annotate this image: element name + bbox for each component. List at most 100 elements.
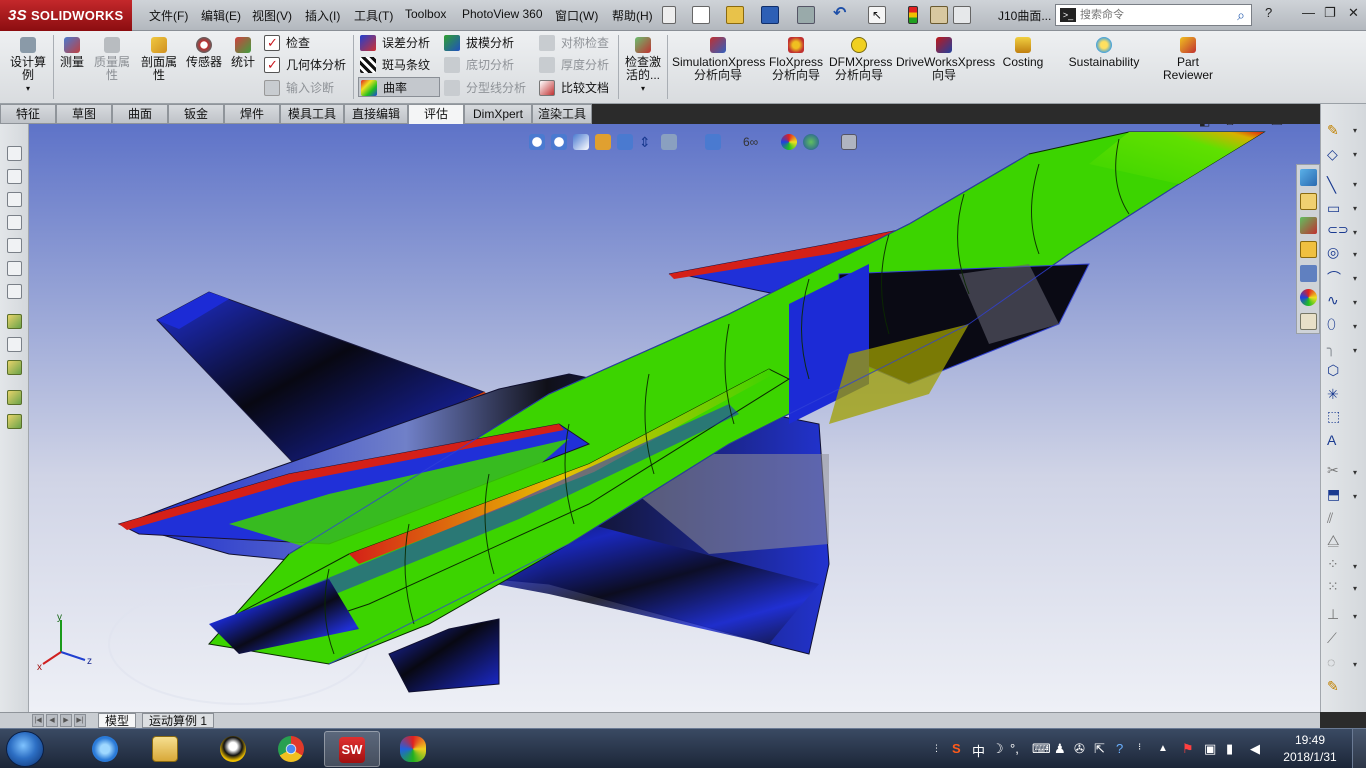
- taskbar-qq[interactable]: [206, 731, 262, 767]
- menu-tools[interactable]: 工具(T): [354, 7, 393, 24]
- tab-evaluate[interactable]: 评估: [408, 104, 464, 125]
- file-explorer-icon[interactable]: [1300, 241, 1317, 258]
- tab-render-tools[interactable]: 渲染工具: [532, 104, 592, 124]
- rectangle-icon[interactable]: ▭: [1327, 200, 1344, 217]
- share-icon[interactable]: ⇱: [1094, 741, 1105, 757]
- construction-geometry-icon[interactable]: ⬚: [1327, 408, 1344, 425]
- taskbar-solidworks[interactable]: SW: [324, 731, 380, 767]
- cube-view-icon[interactable]: [7, 284, 22, 299]
- sustainability-button[interactable]: Sustainability: [1066, 37, 1142, 69]
- tab-features[interactable]: 特征: [0, 104, 56, 124]
- chevron-down-icon[interactable]: ▾: [1353, 180, 1357, 189]
- menu-view[interactable]: 视图(V): [252, 7, 292, 24]
- taskbar-paint[interactable]: [386, 731, 442, 767]
- quick-snaps-icon[interactable]: ◌: [1327, 654, 1344, 671]
- zoom-to-area-icon[interactable]: [551, 134, 567, 150]
- tab-sheet-metal[interactable]: 钣金: [168, 104, 224, 124]
- search-icon[interactable]: ⌕: [1237, 7, 1245, 24]
- tab-direct-editing[interactable]: 直接编辑: [344, 104, 408, 124]
- check-active-button[interactable]: 检查激活的... ▾: [622, 37, 664, 95]
- tray-handle-icon[interactable]: ⋮: [932, 743, 941, 754]
- jet-model-curvature-display[interactable]: [29, 124, 1320, 712]
- help-circle-icon[interactable]: ?: [1116, 741, 1123, 756]
- menu-help[interactable]: 帮助(H): [612, 7, 653, 24]
- draft-analysis-button[interactable]: 拔模分析: [442, 33, 514, 53]
- parting-line-analysis-button[interactable]: 分型线分析: [442, 78, 526, 98]
- line-icon[interactable]: ╲: [1327, 176, 1344, 194]
- chevron-down-icon[interactable]: ▾: [1353, 492, 1357, 501]
- menu-toolbox[interactable]: Toolbox: [405, 7, 446, 21]
- first-tab-arrow-icon[interactable]: |◀: [32, 714, 44, 727]
- system-clock[interactable]: 19:49 2018/1/31: [1280, 732, 1340, 766]
- show-desktop-button[interactable]: [1352, 729, 1366, 768]
- split-view-icon[interactable]: ◧: [1199, 124, 1210, 128]
- tab-surfaces[interactable]: 曲面: [112, 104, 168, 124]
- driveworksxpress-button[interactable]: DriveWorksXpress 向导: [896, 37, 995, 82]
- fillet-icon[interactable]: ╮: [1327, 340, 1344, 357]
- geometry-analysis-button[interactable]: 几何体分析: [262, 55, 346, 75]
- solidworks-resources-icon[interactable]: [1300, 169, 1317, 186]
- tab-motion-study[interactable]: 运动算例 1: [142, 713, 215, 728]
- relations-icon[interactable]: [7, 360, 22, 375]
- minimize-button[interactable]: —: [1302, 5, 1315, 20]
- close-button[interactable]: ✕: [1348, 5, 1359, 21]
- menu-window[interactable]: 窗口(W): [555, 7, 598, 24]
- open-folder-icon[interactable]: [726, 6, 744, 24]
- section-view-icon[interactable]: [595, 134, 611, 150]
- hide-show-items-icon[interactable]: [705, 134, 721, 150]
- help-button[interactable]: ?: [1265, 5, 1272, 20]
- spline-icon[interactable]: ∿: [1327, 292, 1344, 309]
- keyboard-icon[interactable]: ⌨: [1032, 741, 1051, 757]
- property-manager-icon[interactable]: [7, 169, 22, 184]
- chevron-down-icon[interactable]: ▾: [1353, 150, 1357, 159]
- symmetry-check-button[interactable]: 对称检查: [537, 33, 609, 53]
- smart-dimension-icon[interactable]: ◇: [1327, 146, 1344, 163]
- sogou-input-icon[interactable]: S: [952, 741, 961, 756]
- new-document-icon[interactable]: [692, 6, 710, 24]
- chevron-down-icon[interactable]: ▾: [1353, 468, 1357, 477]
- rebuild-icon[interactable]: [908, 6, 918, 24]
- tab-weldments[interactable]: 焊件: [224, 104, 280, 124]
- custom-properties-icon[interactable]: [1300, 313, 1317, 330]
- chevron-down-icon[interactable]: ▾: [1353, 228, 1357, 237]
- display-relations-icon[interactable]: ⊥: [1327, 606, 1344, 623]
- half-width-icon[interactable]: ☽: [992, 741, 1004, 757]
- previous-tab-arrow-icon[interactable]: ◀: [46, 714, 58, 727]
- tab-sketch[interactable]: 草图: [56, 104, 112, 124]
- rapid-sketch-icon[interactable]: ✎: [1327, 678, 1344, 695]
- chevron-down-icon[interactable]: ▾: [1353, 274, 1357, 283]
- menu-file[interactable]: 文件(F): [149, 7, 188, 24]
- menu-photoview[interactable]: PhotoView 360: [462, 7, 543, 21]
- next-tab-arrow-icon[interactable]: ▶: [60, 714, 72, 727]
- chevron-down-icon[interactable]: ▾: [1353, 298, 1357, 307]
- convert-entities-icon[interactable]: ⬒: [1327, 486, 1344, 503]
- mass-properties-button[interactable]: 质量属性: [90, 37, 134, 82]
- appearances-icon[interactable]: [1300, 289, 1317, 306]
- view-display-icon[interactable]: [841, 134, 857, 150]
- tab-model[interactable]: 模型: [98, 713, 137, 728]
- linear-pattern-icon[interactable]: ⁘: [1327, 556, 1344, 573]
- chevron-down-icon[interactable]: ▾: [8, 82, 48, 95]
- chevron-down-icon[interactable]: ▾: [1353, 660, 1357, 669]
- repair-sketch-icon[interactable]: ⟋: [1327, 630, 1344, 647]
- chevron-down-icon[interactable]: ▾: [1353, 250, 1357, 259]
- last-tab-arrow-icon[interactable]: ▶|: [74, 714, 86, 727]
- viewport-close-icon[interactable]: ✕: [1295, 124, 1306, 129]
- dimxpert-manager-icon[interactable]: [7, 215, 22, 230]
- simulationxpress-button[interactable]: SimulationXpress 分析向导: [672, 37, 765, 82]
- display-style-icon[interactable]: [661, 134, 677, 150]
- arc-icon[interactable]: ⌒: [1327, 268, 1344, 286]
- move-entities-icon[interactable]: ⁙: [1327, 578, 1344, 595]
- design-study-button[interactable]: 设计算例 ▾: [8, 37, 48, 95]
- section-properties-button[interactable]: 剖面属性: [138, 37, 180, 82]
- action-center-icon[interactable]: ⚑: [1182, 741, 1194, 757]
- text-icon[interactable]: A: [1327, 432, 1344, 449]
- graphics-area[interactable]: ⇕ 6∞ ◧ ⧉ ❐ ✕ y z x: [29, 124, 1320, 712]
- thickness-analysis-button[interactable]: 厚度分析: [537, 55, 609, 75]
- taskbar-chrome[interactable]: [264, 731, 320, 767]
- ime-mode[interactable]: 中: [972, 741, 985, 760]
- smart-dimension-icon[interactable]: [7, 337, 22, 352]
- undercut-analysis-button[interactable]: 底切分析: [442, 55, 514, 75]
- punctuation-icon[interactable]: °,: [1010, 741, 1019, 756]
- view-orientation-icon[interactable]: [617, 134, 633, 150]
